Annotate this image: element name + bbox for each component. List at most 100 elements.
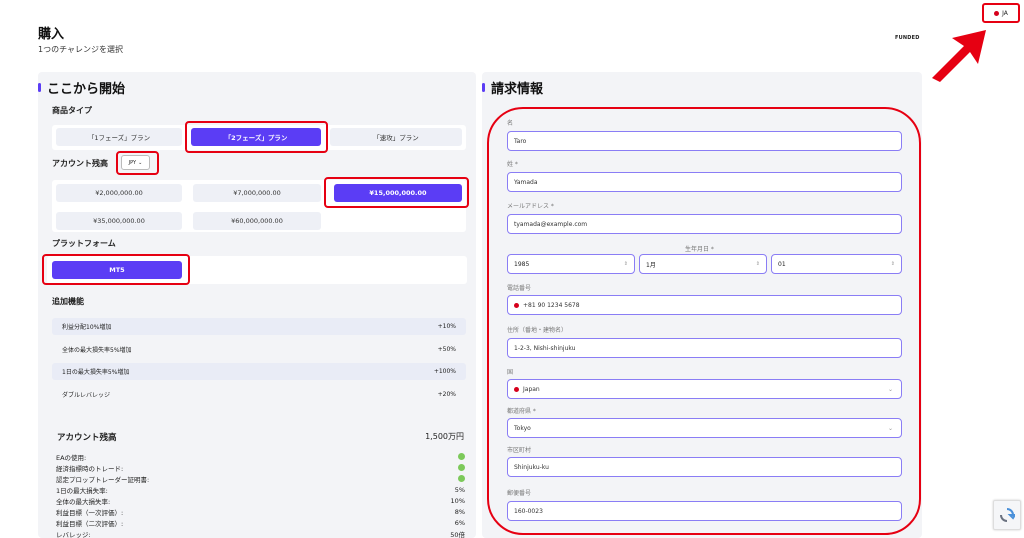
phone-label: 電話番号	[507, 285, 532, 292]
spec-row: レバレッジ: 50倍	[56, 529, 465, 538]
addon-daily-loss[interactable]: 1日の最大損失率5%増加 +100%	[52, 363, 466, 380]
email-value: tyamada@example.com	[514, 220, 588, 228]
phone-field[interactable]: +81 90 1234 5678	[507, 295, 902, 315]
dob-day-select[interactable]: 01 ⇕	[771, 254, 902, 274]
chevron-down-icon: ⌄	[887, 424, 893, 432]
brand-logo[interactable]: FUNDED	[895, 35, 920, 41]
currency-value: JPY	[128, 159, 137, 166]
first-name-value: Taro	[514, 137, 527, 145]
city-label: 市区町村	[507, 447, 532, 454]
addon-double-leverage[interactable]: ダブルレバレッジ +20%	[52, 386, 466, 403]
size-15m-button[interactable]: ¥15,000,000.00	[334, 184, 462, 202]
spec-value: 10%	[450, 496, 465, 505]
japan-flag-icon	[514, 386, 519, 392]
spec-label: 全体の最大損失率:	[56, 497, 111, 506]
postal-field[interactable]: 160-0023	[507, 501, 902, 521]
spec-row: 利益目標（一次評価）: 8%	[56, 507, 465, 517]
japan-flag-icon	[514, 302, 519, 308]
addons-label: 追加機能	[52, 297, 84, 306]
language-selector[interactable]: JA	[982, 3, 1020, 23]
dob-month-select[interactable]: 1月 ⇕	[639, 254, 767, 274]
address-label: 住所（番地・建物名）	[507, 327, 568, 334]
spec-label: 利益目標（二次評価）:	[56, 519, 124, 528]
spec-row: 1日の最大損失率: 5%	[56, 485, 465, 495]
spec-label: 利益目標（一次評価）:	[56, 508, 124, 517]
start-section-title: ここから開始	[38, 78, 125, 97]
addon-overall-loss[interactable]: 全体の最大損失率5%増加 +50%	[52, 341, 466, 358]
first-name-label: 名	[507, 120, 514, 127]
spec-label: 認定プロップトレーダー証明書:	[56, 475, 150, 484]
platform-label: プラットフォーム	[52, 239, 116, 248]
city-value: Shinjuku-ku	[514, 463, 549, 471]
chevron-updown-icon: ⇕	[623, 261, 628, 267]
chevron-updown-icon: ⇕	[755, 261, 760, 267]
prefecture-label: 都道府県 *	[507, 408, 536, 415]
product-type-label: 商品タイプ	[52, 106, 92, 115]
spec-row: 全体の最大損失率: 10%	[56, 496, 465, 506]
size-35m-button[interactable]: ¥35,000,000.00	[56, 212, 182, 230]
currency-select[interactable]: JPY ⌄	[121, 155, 150, 170]
dob-label: 生年月日 *	[685, 246, 714, 253]
plan-1phase-button[interactable]: 「1フェーズ」プラン	[56, 128, 182, 146]
billing-section-title: 請求情報	[482, 78, 543, 97]
check-icon	[458, 475, 465, 482]
page-subtitle: 1つのチャレンジを選択	[38, 45, 124, 54]
spec-label: EAの使用:	[56, 453, 87, 462]
addon-value: +20%	[437, 391, 456, 398]
email-label: メールアドレス *	[507, 203, 554, 210]
page-title: 購入	[38, 27, 65, 42]
chevron-down-icon: ⌄	[138, 159, 143, 166]
language-label: JA	[1002, 9, 1008, 17]
last-name-label: 姓 *	[507, 161, 518, 168]
start-title-text: ここから開始	[47, 82, 126, 97]
prefecture-value: Tokyo	[514, 424, 531, 432]
check-icon	[458, 453, 465, 460]
country-label: 国	[507, 369, 514, 376]
last-name-value: Yamada	[514, 178, 538, 186]
summary-title: アカウント残高	[57, 433, 117, 443]
address-field[interactable]: 1-2-3, Nishi-shinjuku	[507, 338, 902, 358]
dob-year-select[interactable]: 1985 ⇕	[507, 254, 635, 274]
size-7m-button[interactable]: ¥7,000,000.00	[193, 184, 321, 202]
country-value: Japan	[523, 385, 540, 393]
plan-2phase-button[interactable]: 「2フェーズ」プラン	[191, 128, 321, 146]
prefecture-select[interactable]: Tokyo ⌄	[507, 418, 902, 438]
size-60m-button[interactable]: ¥60,000,000.00	[193, 212, 321, 230]
recaptcha-badge[interactable]	[993, 500, 1021, 530]
account-size-label: アカウント残高	[52, 159, 108, 168]
check-icon	[458, 464, 465, 471]
chevron-updown-icon: ⇕	[890, 261, 895, 267]
size-2m-button[interactable]: ¥2,000,000.00	[56, 184, 182, 202]
section-marker-icon	[38, 83, 41, 92]
spec-label: 経済指標時のトレード:	[56, 464, 124, 473]
country-select[interactable]: Japan ⌄	[507, 379, 902, 399]
last-name-field[interactable]: Yamada	[507, 172, 902, 192]
red-arrow-icon	[932, 30, 986, 82]
addon-value: +50%	[437, 346, 456, 353]
phone-value: +81 90 1234 5678	[523, 301, 580, 309]
plan-rapid-button[interactable]: 「速攻」プラン	[330, 128, 462, 146]
chevron-down-icon: ⌄	[887, 385, 893, 393]
spec-value: 5%	[454, 485, 465, 494]
email-field[interactable]: tyamada@example.com	[507, 214, 902, 234]
addon-name: ダブルレバレッジ	[62, 392, 111, 399]
dob-month-value: 1月	[646, 261, 656, 269]
postal-label: 郵便番号	[507, 490, 532, 497]
recaptcha-icon	[1000, 508, 1015, 522]
addon-name: 1日の最大損失率5%増加	[62, 369, 130, 376]
dob-year-value: 1985	[514, 260, 530, 268]
spec-row: EAの使用:	[56, 452, 465, 462]
page-header: 購入 1つのチャレンジを選択	[38, 23, 123, 55]
summary-value: 1,500万円	[425, 432, 464, 441]
city-field[interactable]: Shinjuku-ku	[507, 457, 902, 477]
first-name-field[interactable]: Taro	[507, 131, 902, 151]
postal-value: 160-0023	[514, 507, 543, 515]
section-marker-icon	[482, 83, 485, 92]
platform-mt5-button[interactable]: MT5	[52, 261, 182, 279]
japan-flag-icon	[994, 10, 1000, 16]
addon-profit-share[interactable]: 利益分配10%増加 +10%	[52, 318, 466, 335]
addon-value: +10%	[437, 323, 456, 330]
spec-row: 経済指標時のトレード:	[56, 463, 465, 473]
addon-name: 全体の最大損失率5%増加	[62, 347, 132, 354]
spec-label: 1日の最大損失率:	[56, 486, 108, 495]
